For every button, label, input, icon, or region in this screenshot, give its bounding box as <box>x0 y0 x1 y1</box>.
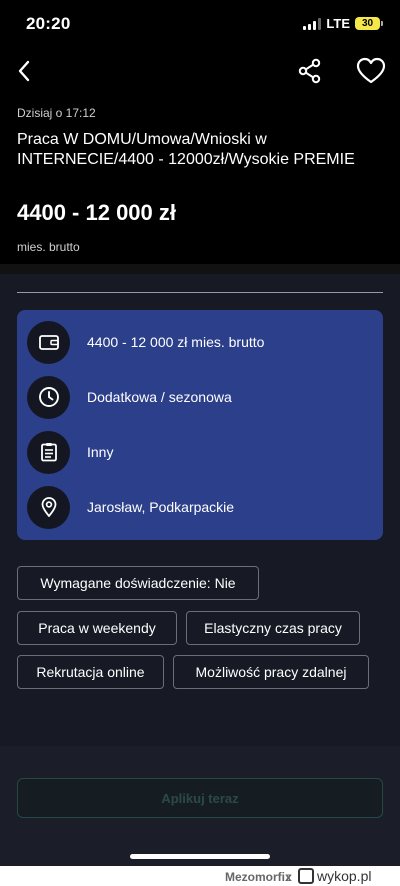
wallet-icon <box>38 335 59 350</box>
nav-bar <box>0 46 400 96</box>
posted-date: Dzisiaj o 17:12 <box>17 106 96 120</box>
tags-section: Wymagane doświadczenie: Nie Praca w week… <box>0 548 400 746</box>
job-info-card: 4400 - 12 000 zł mies. brutto Dodatkowa … <box>17 310 383 540</box>
location-pin-icon <box>41 497 56 517</box>
heart-outline-icon <box>356 57 386 84</box>
watermark-separator: z <box>286 870 292 884</box>
clipboard-icon <box>40 443 57 462</box>
listing-header: Dzisiaj o 17:12 Praca W DOMU/Umowa/Wnios… <box>0 96 400 264</box>
clock-icon <box>38 387 59 407</box>
section-separator <box>0 264 400 274</box>
info-text: Dodatkowa / sezonowa <box>87 389 232 405</box>
tag-chip[interactable]: Elastyczny czas pracy <box>186 611 360 645</box>
wykop-logo-icon <box>298 868 314 884</box>
chevron-left-icon <box>18 60 30 82</box>
salary-range: 4400 - 12 000 zł <box>17 200 177 225</box>
back-button[interactable] <box>10 56 40 86</box>
info-text: Inny <box>87 444 114 460</box>
info-text: 4400 - 12 000 zł mies. brutto <box>87 334 265 350</box>
share-icon <box>298 58 321 84</box>
tag-chip[interactable]: Możliwość pracy zdalnej <box>173 655 369 689</box>
info-text: Jarosław, Podkarpackie <box>87 499 235 515</box>
bottom-bar: Aplikuj teraz <box>0 746 400 886</box>
home-indicator[interactable] <box>130 854 270 859</box>
tag-chip[interactable]: Wymagane doświadczenie: Nie <box>17 566 259 600</box>
tag-chip[interactable]: Praca w weekendy <box>17 611 177 645</box>
battery-icon: 30 <box>355 17 383 30</box>
watermark-user: Mezomorfix <box>225 870 292 884</box>
watermark-site: wykop.pl <box>317 868 372 884</box>
status-indicators: LTE 30 <box>303 16 383 31</box>
listing-title: Praca W DOMU/Umowa/Wnioski w INTERNECIE/… <box>17 131 355 168</box>
favorite-button[interactable] <box>355 56 387 86</box>
apply-button[interactable]: Aplikuj teraz <box>17 778 383 818</box>
tag-chip[interactable]: Rekrutacja online <box>17 655 164 689</box>
info-row-type: Dodatkowa / sezonowa <box>27 375 232 419</box>
info-row-category: Inny <box>27 430 113 474</box>
salary-note: mies. brutto <box>17 240 80 254</box>
info-row-salary: 4400 - 12 000 zł mies. brutto <box>27 320 264 364</box>
watermark-footer: Mezomorfix z wykop.pl <box>0 866 400 886</box>
status-bar: 20:20 LTE 30 <box>0 0 400 46</box>
status-time: 20:20 <box>26 14 71 33</box>
signal-icon <box>303 17 322 30</box>
share-button[interactable] <box>295 56 325 86</box>
divider <box>17 292 383 293</box>
details-section: 4400 - 12 000 zł mies. brutto Dodatkowa … <box>0 274 400 548</box>
info-row-location: Jarosław, Podkarpackie <box>27 485 234 529</box>
network-label: LTE <box>326 16 350 31</box>
